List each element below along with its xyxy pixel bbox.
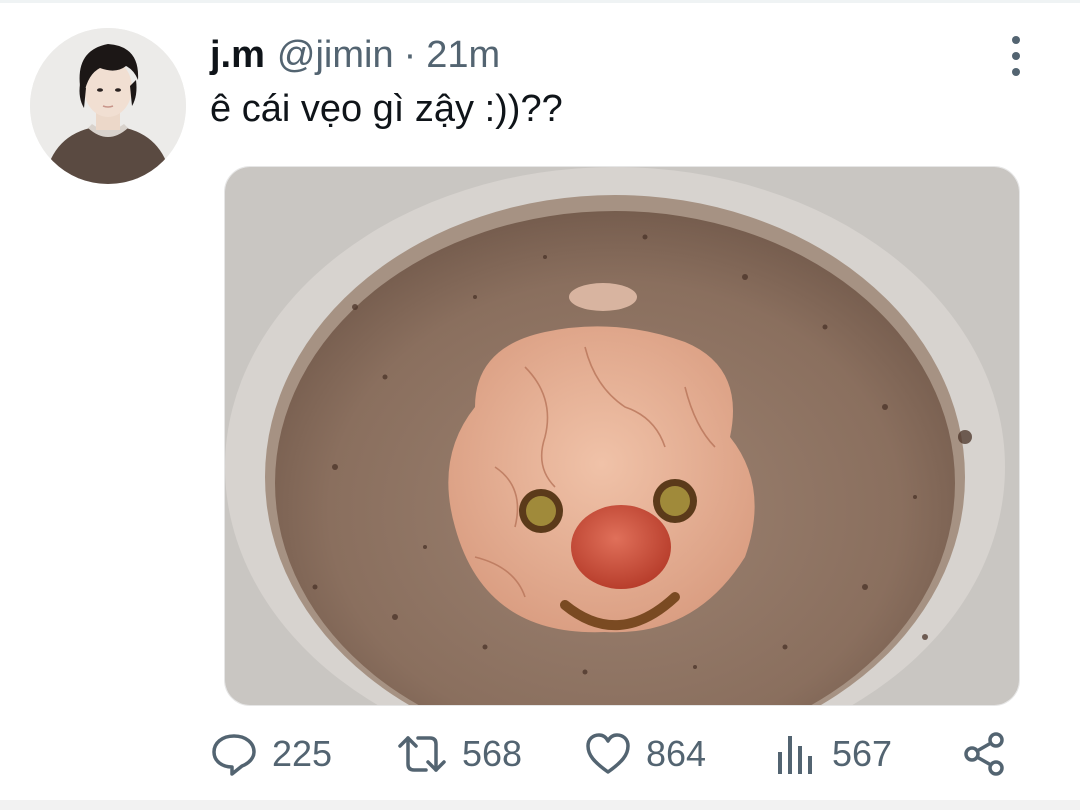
author-name[interactable]: j.m — [210, 34, 265, 77]
retweet-icon — [398, 736, 446, 772]
tweet-timestamp[interactable]: 21m — [426, 34, 500, 77]
share-button[interactable] — [960, 726, 1008, 782]
reply-button[interactable]: 225 — [210, 726, 332, 782]
retweet-count: 568 — [462, 733, 523, 774]
reply-icon — [212, 734, 256, 776]
like-count: 864 — [646, 733, 707, 774]
tweet-photo[interactable] — [224, 166, 1020, 706]
like-icon — [586, 733, 630, 774]
action-bar: 225 568 864 567 — [210, 726, 1020, 782]
author-handle[interactable]: @jimin — [277, 34, 394, 77]
reply-count: 225 — [272, 733, 333, 774]
tweet-text: ê cái vẹo gì zậy :))?? — [210, 88, 563, 130]
views-count: 567 — [832, 733, 893, 774]
tweet-header: j.m @jimin · 21m — [210, 34, 500, 82]
views-icon — [778, 736, 812, 774]
bottom-divider — [0, 800, 1080, 810]
share-icon — [964, 732, 1004, 776]
avatar[interactable] — [30, 28, 186, 184]
views-button[interactable]: 567 — [774, 726, 892, 782]
like-button[interactable]: 864 — [584, 726, 706, 782]
top-divider — [0, 0, 1080, 3]
more-options-icon[interactable] — [1002, 36, 1030, 76]
retweet-button[interactable]: 568 — [396, 726, 522, 782]
header-separator: · — [403, 34, 417, 76]
